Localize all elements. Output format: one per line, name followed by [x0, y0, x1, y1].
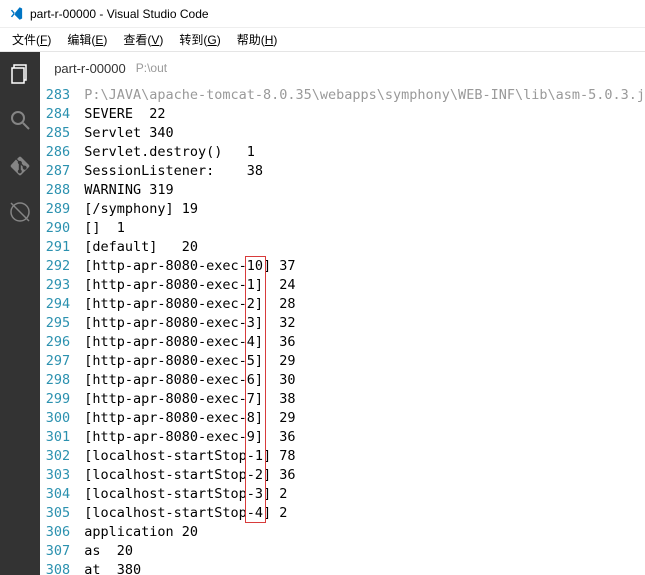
code-line[interactable]: SEVERE 22 — [84, 105, 645, 124]
main-area: part-r-00000 P:\out 28328428528628728828… — [0, 52, 645, 575]
tab-filename: part-r-00000 — [54, 61, 126, 76]
code-line[interactable]: WARNING 319 — [84, 181, 645, 200]
code-line[interactable]: Servlet 340 — [84, 124, 645, 143]
code-line[interactable]: at 380 — [84, 561, 645, 575]
line-number: 290 — [40, 219, 70, 238]
line-number: 283 — [40, 86, 70, 105]
line-number: 291 — [40, 238, 70, 257]
code-line[interactable]: P:\JAVA\apache-tomcat-8.0.35\webapps\sym… — [84, 86, 645, 105]
window-title: part-r-00000 - Visual Studio Code — [30, 7, 209, 21]
line-number: 300 — [40, 409, 70, 428]
code-line[interactable]: [http-apr-8080-exec-8] 29 — [84, 409, 645, 428]
code-line[interactable]: [http-apr-8080-exec-1] 24 — [84, 276, 645, 295]
line-number: 288 — [40, 181, 70, 200]
menu-e[interactable]: 编辑(E) — [59, 29, 115, 50]
menu-v[interactable]: 查看(V) — [115, 29, 171, 50]
line-number: 285 — [40, 124, 70, 143]
code-line[interactable]: [localhost-startStop-3] 2 — [84, 485, 645, 504]
line-number: 308 — [40, 561, 70, 575]
menu-g[interactable]: 转到(G) — [171, 29, 228, 50]
editor-tab[interactable]: part-r-00000 P:\out — [40, 52, 645, 84]
menu-bar: 文件(F)编辑(E)查看(V)转到(G)帮助(H) — [0, 28, 645, 52]
code-line[interactable]: [http-apr-8080-exec-6] 30 — [84, 371, 645, 390]
code-line[interactable]: [default] 20 — [84, 238, 645, 257]
code-line[interactable]: [localhost-startStop-2] 36 — [84, 466, 645, 485]
code-area[interactable]: 2832842852862872882892902912922932942952… — [40, 84, 645, 575]
code-line[interactable]: SessionListener: 38 — [84, 162, 645, 181]
code-line[interactable]: application 20 — [84, 523, 645, 542]
line-number: 297 — [40, 352, 70, 371]
code-line[interactable]: [] 1 — [84, 219, 645, 238]
line-number: 287 — [40, 162, 70, 181]
search-icon[interactable] — [6, 106, 34, 134]
editor: part-r-00000 P:\out 28328428528628728828… — [40, 52, 645, 575]
line-number: 286 — [40, 143, 70, 162]
line-number: 302 — [40, 447, 70, 466]
line-number: 304 — [40, 485, 70, 504]
activity-bar — [0, 52, 40, 575]
line-numbers: 2832842852862872882892902912922932942952… — [40, 86, 84, 575]
tab-filepath: P:\out — [136, 61, 167, 75]
line-number: 299 — [40, 390, 70, 409]
debug-icon[interactable] — [6, 198, 34, 226]
code-line[interactable]: as 20 — [84, 542, 645, 561]
git-icon[interactable] — [6, 152, 34, 180]
menu-h[interactable]: 帮助(H) — [229, 29, 286, 50]
code-line[interactable]: [localhost-startStop-4] 2 — [84, 504, 645, 523]
code-line[interactable]: [/symphony] 19 — [84, 200, 645, 219]
line-number: 303 — [40, 466, 70, 485]
code-line[interactable]: [http-apr-8080-exec-9] 36 — [84, 428, 645, 447]
code-lines[interactable]: P:\JAVA\apache-tomcat-8.0.35\webapps\sym… — [84, 86, 645, 575]
line-number: 298 — [40, 371, 70, 390]
code-line[interactable]: [http-apr-8080-exec-3] 32 — [84, 314, 645, 333]
line-number: 284 — [40, 105, 70, 124]
files-icon[interactable] — [6, 60, 34, 88]
line-number: 292 — [40, 257, 70, 276]
code-line[interactable]: [http-apr-8080-exec-10] 37 — [84, 257, 645, 276]
line-number: 294 — [40, 295, 70, 314]
code-line[interactable]: [http-apr-8080-exec-5] 29 — [84, 352, 645, 371]
title-bar: part-r-00000 - Visual Studio Code — [0, 0, 645, 28]
vscode-icon — [8, 6, 24, 22]
code-line[interactable]: [localhost-startStop-1] 78 — [84, 447, 645, 466]
line-number: 305 — [40, 504, 70, 523]
line-number: 301 — [40, 428, 70, 447]
code-line[interactable]: [http-apr-8080-exec-7] 38 — [84, 390, 645, 409]
line-number: 296 — [40, 333, 70, 352]
code-line[interactable]: Servlet.destroy() 1 — [84, 143, 645, 162]
code-line[interactable]: [http-apr-8080-exec-4] 36 — [84, 333, 645, 352]
line-number: 295 — [40, 314, 70, 333]
code-line[interactable]: [http-apr-8080-exec-2] 28 — [84, 295, 645, 314]
menu-f[interactable]: 文件(F) — [4, 29, 59, 50]
line-number: 293 — [40, 276, 70, 295]
line-number: 306 — [40, 523, 70, 542]
line-number: 307 — [40, 542, 70, 561]
line-number: 289 — [40, 200, 70, 219]
